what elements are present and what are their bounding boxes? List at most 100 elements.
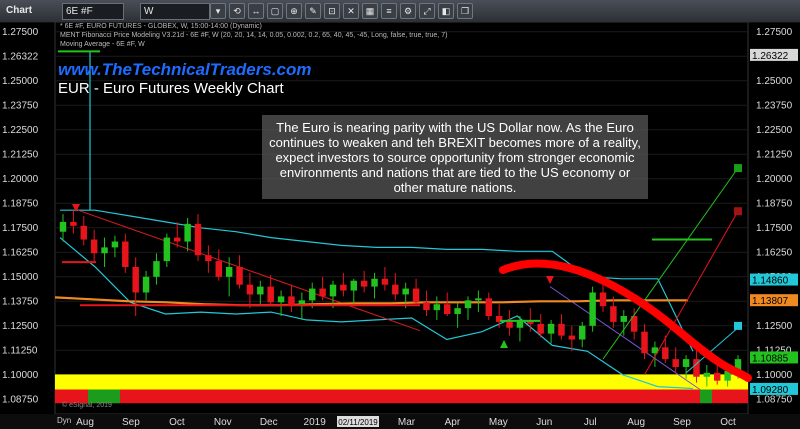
y-tick-label: 1.23750	[2, 100, 39, 111]
toolbar-button-1[interactable]: ⟲	[229, 3, 245, 19]
toolbar-button-8[interactable]: ▦	[362, 3, 378, 19]
price-tag-label: 1.14860	[752, 276, 789, 287]
x-tick-label: Jul	[584, 417, 597, 428]
candle-body	[350, 280, 357, 291]
candle-body	[423, 302, 430, 311]
right-tick-label: 1.10000	[756, 370, 793, 381]
toolbar-button-10[interactable]: ⚙	[400, 3, 416, 19]
candle-body	[257, 286, 264, 295]
price-tag-label: 1.09280	[752, 385, 789, 396]
candle-body	[122, 241, 129, 267]
candle-body	[610, 306, 617, 322]
candle-body	[662, 347, 669, 360]
right-tick-label: 1.17500	[756, 223, 793, 234]
candle-body	[537, 323, 544, 334]
candle-body	[454, 308, 461, 315]
candle-body	[360, 280, 368, 287]
x-tick-label: May	[489, 417, 508, 428]
candle-body	[205, 255, 212, 262]
y-tick-label: 1.13750	[2, 296, 39, 307]
y-tick-label: 1.20000	[2, 174, 39, 185]
x-tick-label: Mar	[398, 417, 416, 428]
toolbar-button-6[interactable]: ⊡	[324, 3, 340, 19]
y-tick-label: 1.15000	[2, 272, 39, 283]
candle-body	[309, 288, 316, 301]
right-tick-label: 1.23750	[756, 100, 793, 111]
dyn-label[interactable]: Dyn	[57, 416, 71, 425]
candle-body	[132, 267, 139, 293]
candle-body	[236, 267, 243, 285]
y-tick-label: 1.10000	[2, 370, 39, 381]
candle-body	[703, 372, 711, 377]
right-tick-label: 1.18750	[756, 198, 793, 209]
candle-body	[672, 359, 679, 367]
symbol-input[interactable]: 6E #F	[62, 3, 124, 20]
candle-body	[714, 372, 721, 381]
candle-body	[174, 237, 181, 242]
candle-body	[111, 241, 119, 248]
candle-body	[246, 284, 254, 295]
y-tick-label: 1.08750	[2, 394, 39, 405]
x-tick-label: Aug	[76, 417, 94, 428]
y-tick-label: 1.12500	[2, 321, 39, 332]
candle-body	[506, 321, 513, 328]
toolbar-button-2[interactable]: ↔	[248, 3, 264, 19]
toolbar-button-7[interactable]: ✕	[343, 3, 359, 19]
candle-body	[225, 267, 233, 277]
candle-body	[194, 223, 202, 256]
right-tick-label: 1.25000	[756, 76, 793, 87]
right-tick-label: 1.27500	[756, 27, 793, 38]
candle-body	[547, 323, 555, 334]
x-tick-label: Sep	[122, 417, 140, 428]
copyright: © eSignal, 2019	[62, 402, 112, 409]
candle-body	[101, 247, 108, 254]
candle-body	[558, 323, 565, 336]
candle-body	[277, 296, 285, 303]
chart-toolbar: Chart 6E #F W ▾ ⟲ ↔ ▢ ⊕ ✎ ⊡ ✕ ▦ ≡ ⚙ ⤢ ◧ ❐	[0, 0, 800, 23]
candle-body	[620, 316, 627, 322]
candle-body	[142, 276, 150, 293]
green-band-segment	[700, 389, 712, 404]
chart-title: EUR - Euro Futures Weekly Chart	[58, 80, 284, 97]
interval-select[interactable]: W	[140, 3, 210, 20]
candle-body	[641, 331, 648, 354]
candle-body	[329, 284, 337, 297]
candle-body	[153, 261, 160, 277]
toolbar-button-12[interactable]: ◧	[438, 3, 454, 19]
toolbar-button-11[interactable]: ⤢	[419, 3, 435, 19]
y-tick-label: 1.25000	[2, 76, 39, 87]
y-tick-label: 1.27500	[2, 27, 39, 38]
candle-body	[599, 292, 607, 307]
study-line-1: * 6E #F, EURO FUTURES - GLOBEX, W, 15:00…	[60, 23, 262, 30]
toolbar-button-3[interactable]: ▢	[267, 3, 283, 19]
y-tick-label: 1.21250	[2, 149, 39, 160]
candle-body	[579, 325, 586, 340]
right-tick-label: 1.08750	[756, 394, 793, 405]
candle-body	[589, 292, 596, 326]
candle-body	[371, 278, 378, 287]
x-tick-label: Nov	[214, 417, 232, 428]
projection-marker-green	[734, 164, 742, 173]
red-band	[55, 389, 748, 404]
app-label[interactable]: Chart	[6, 3, 32, 18]
candle-body	[475, 298, 482, 301]
toolbar-button-13[interactable]: ❐	[457, 3, 473, 19]
annotation-box: The Euro is nearing parity with the US D…	[262, 115, 648, 199]
y-tick-label: 1.18750	[2, 198, 39, 209]
x-tick-label: Oct	[169, 417, 185, 428]
toolbar-button-4[interactable]: ⊕	[286, 3, 302, 19]
candle-body	[392, 284, 399, 295]
candle-body	[215, 261, 222, 277]
right-tick-label: 1.22500	[756, 125, 793, 136]
toolbar-button-9[interactable]: ≡	[381, 3, 397, 19]
candle-body	[70, 221, 77, 226]
candle-body	[340, 284, 347, 291]
candle-body	[184, 223, 191, 242]
site-url: www.TheTechnicalTraders.com	[58, 60, 312, 79]
y-tick-label: 1.16250	[2, 247, 39, 258]
toolbar-button-0[interactable]: ▾	[210, 3, 226, 19]
y-tick-label: 1.22500	[2, 125, 39, 136]
x-tick-label: Aug	[627, 417, 645, 428]
toolbar-button-5[interactable]: ✎	[305, 3, 321, 19]
price-tag-label: 1.26322	[752, 51, 789, 62]
